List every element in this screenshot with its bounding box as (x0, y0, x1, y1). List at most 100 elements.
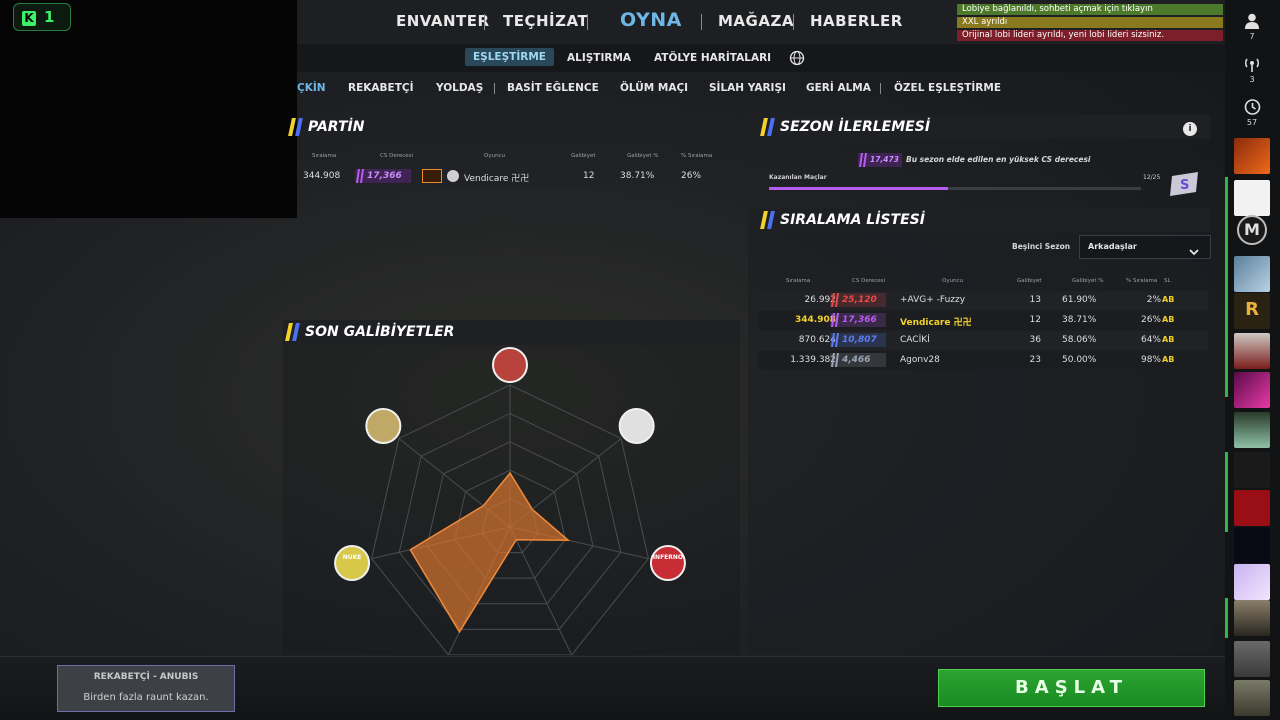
leaderboard-filter-select[interactable]: Arkadaşlar (1079, 235, 1211, 259)
lb-wins: 13 (1029, 295, 1041, 305)
lb-rank: 1.339.382 (790, 355, 836, 365)
mode-separator (494, 83, 495, 94)
friend-avatar[interactable]: R (1234, 293, 1270, 329)
party-col-player: Oyuncu (484, 153, 506, 159)
recent-count[interactable]: 57 (1239, 98, 1265, 127)
lb-win-pct: 58.06% (1062, 335, 1097, 345)
mode-wingman[interactable]: YOLDAŞ (436, 82, 483, 94)
season-best-label: Bu sezon elde edilen en yüksek CS derece… (906, 155, 1091, 164)
party-col-rating: CS Derecesi (380, 153, 414, 159)
friend-avatar[interactable] (1234, 564, 1270, 600)
notification-lobby-connected[interactable]: Lobiye bağlanıldı, sohbeti açmak için tı… (957, 4, 1223, 15)
friend-avatar[interactable] (1234, 412, 1270, 448)
notification-player-left: XXL ayrıldı (957, 17, 1223, 28)
lb-win-pct: 50.00% (1062, 355, 1097, 365)
party-col-winpct: Galibiyet % (627, 153, 659, 159)
lb-rating-badge: 10,807 (830, 333, 886, 347)
info-icon[interactable]: i (1183, 122, 1197, 136)
recent-wins-panel: SON GALİBİYETLER INFERNO NUKE (283, 320, 740, 655)
lb-sl: AB (1162, 295, 1175, 304)
lb-col-wins: Galibiyet (1017, 278, 1042, 284)
map-icon-inferno: INFERNO (649, 545, 686, 582)
lb-rank-pct: 64% (1140, 335, 1161, 345)
leaderboard-row[interactable]: 344.908 Vendicare 卍卍 12 38.71% 26% AB 17,366 (758, 311, 1208, 330)
lb-rank-pct: 98% (1140, 355, 1161, 365)
party-wins: 12 (583, 171, 595, 181)
friend-avatar[interactable] (1234, 680, 1270, 716)
friend-avatar[interactable] (1234, 333, 1270, 369)
friend-avatar[interactable] (1234, 641, 1270, 677)
party-col-rank: Sıralama (312, 153, 337, 159)
mission-card[interactable]: REKABETÇİ - ANUBIS Birden fazla raunt ka… (57, 665, 235, 712)
lb-rating-badge: 17,366 (830, 313, 886, 327)
mode-custom[interactable]: ÖZEL EŞLEŞTİRME (894, 82, 1001, 94)
lb-wins: 12 (1029, 315, 1041, 325)
lb-col-rank: Sıralama (786, 278, 811, 284)
friend-avatar[interactable] (1234, 138, 1270, 174)
mode-arms-race[interactable]: SİLAH YARIŞI (709, 82, 786, 94)
friend-avatar[interactable] (1234, 490, 1270, 526)
party-col-wins: Galibiyet (571, 153, 596, 159)
friend-avatar[interactable] (1234, 527, 1270, 563)
player-level-icon (422, 169, 442, 183)
leaderboard-title: SIRALAMA LİSTESİ (760, 209, 925, 231)
mode-premier[interactable]: ÇKİN (297, 82, 326, 94)
season-best-badge: 17,473 (858, 153, 902, 167)
lb-col-sl: SL (1164, 278, 1171, 284)
party-rankpct: 26% (681, 171, 702, 181)
broadcast-count[interactable]: 3 (1239, 55, 1265, 84)
history-icon (1244, 99, 1261, 115)
lb-win-pct: 61.90% (1062, 295, 1097, 305)
lb-col-winpct: Galibiyet % (1072, 278, 1104, 284)
nav-inventory[interactable]: ENVANTER (396, 12, 490, 30)
party-player: Vendicare 卍卍 (464, 174, 530, 184)
tab-workshop-maps[interactable]: ATÖLYE HARİTALARI (654, 52, 771, 64)
friend-avatar[interactable] (1234, 600, 1270, 636)
lb-rank-pct: 26% (1140, 315, 1161, 325)
leaderboard-row[interactable]: 870.624 CACİKİ 36 58.06% 64% AB 10,807 (758, 331, 1208, 350)
leaderboard-row[interactable]: 26.992 +AVG+ -Fuzzy 13 61.90% 2% AB 25,120 (758, 291, 1208, 310)
nav-loadout[interactable]: TEÇHİZAT (503, 12, 588, 30)
svg-text:NUKE: NUKE (343, 554, 362, 561)
map-icon-vertigo (618, 407, 655, 444)
nav-store[interactable]: MAĞAZA (718, 12, 794, 30)
person-icon (1245, 13, 1259, 29)
leaderboard-row[interactable]: 1.339.382 Agonv28 23 50.00% 98% AB 4,466 (758, 351, 1208, 370)
mode-separator (880, 83, 881, 94)
antenna-icon (1244, 58, 1260, 72)
party-winpct: 38.71% (620, 171, 655, 181)
friend-avatar[interactable]: M (1237, 215, 1267, 245)
leaderboard-panel: SIRALAMA LİSTESİ Beşinci Sezon Arkadaşla… (748, 208, 1212, 653)
friend-avatar[interactable] (1234, 372, 1270, 408)
mode-competitive[interactable]: REKABETÇİ (348, 82, 413, 94)
mode-deathmatch[interactable]: ÖLÜM MAÇI (620, 82, 688, 94)
season-panel: SEZON İLERLEMESİ i 17,473 Bu sezon elde … (748, 115, 1212, 205)
mode-retakes[interactable]: GERİ ALMA (806, 82, 871, 94)
nav-news[interactable]: HABERLER (810, 12, 903, 30)
friend-avatar[interactable] (1234, 256, 1270, 292)
globe-icon[interactable] (789, 50, 805, 66)
lb-player: CACİKİ (900, 335, 930, 345)
lb-player: +AVG+ -Fuzzy (900, 295, 966, 305)
mission-desc: Birden fazla raunt kazan. (83, 692, 209, 703)
kick-icon: K (22, 11, 36, 26)
party-rank: 344.908 (303, 171, 341, 181)
lb-col-rankpct: % Sıralama (1126, 278, 1158, 284)
lb-wins: 36 (1029, 335, 1041, 345)
nav-play[interactable]: OYNA (620, 9, 682, 31)
friends-count[interactable]: 7 (1239, 12, 1265, 41)
tab-practice[interactable]: ALIŞTIRMA (567, 52, 631, 64)
webcam-badge: K1 (13, 3, 71, 31)
lb-rating-badge: 25,120 (830, 293, 886, 307)
friend-avatar[interactable] (1234, 452, 1270, 488)
lb-col-player: Oyuncu (942, 278, 964, 284)
nav-separator (701, 14, 702, 30)
lb-rank: 344.908 (795, 315, 836, 325)
party-row[interactable]: 344.908 17,366 Vendicare 卍卍 12 38.71% 26… (297, 166, 737, 186)
mode-casual[interactable]: BASİT EĞLENCE (507, 82, 599, 94)
season-filter-label: Beşinci Sezon (1012, 242, 1071, 251)
start-button[interactable]: BAŞLAT (938, 669, 1205, 707)
map-wins-radar: INFERNO NUKE (334, 347, 686, 655)
friend-avatar[interactable] (1234, 180, 1270, 216)
tab-matchmaking[interactable]: EŞLEŞTİRME (465, 48, 554, 66)
